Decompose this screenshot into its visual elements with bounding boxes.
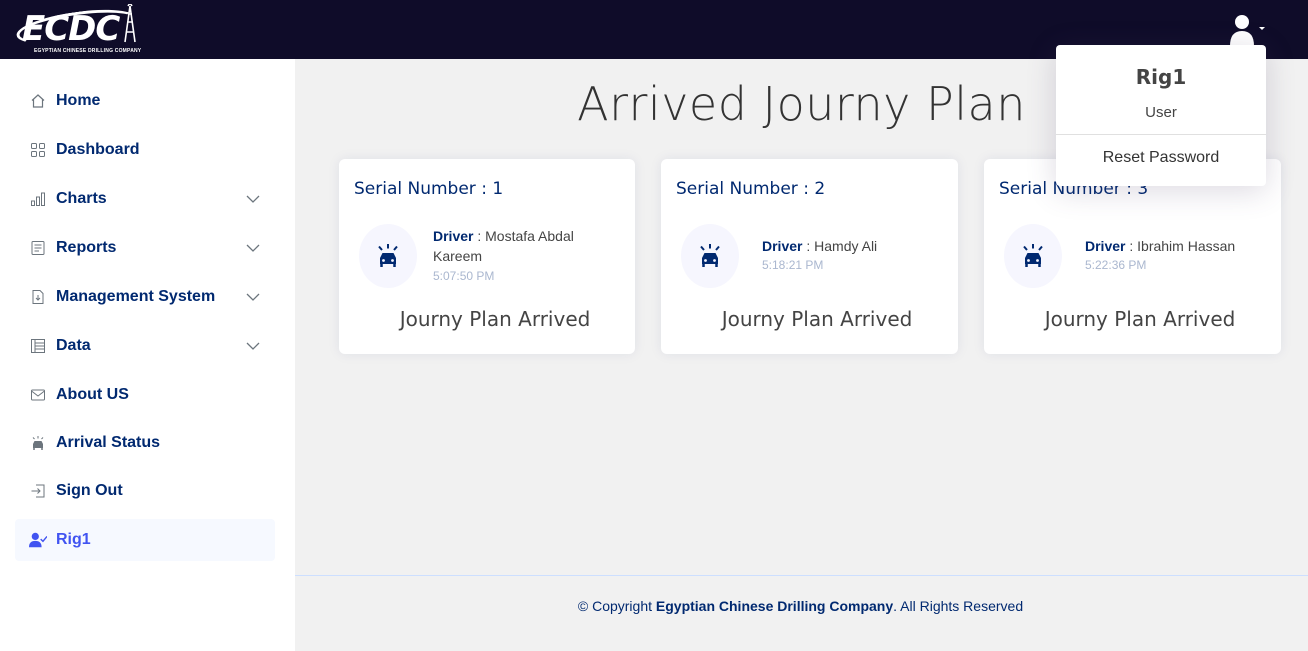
- car-alarm-icon: [681, 224, 739, 288]
- sidebar-item-label: Dashboard: [56, 141, 140, 158]
- profile-menu-button[interactable]: [1228, 12, 1270, 48]
- sidebar-item-reports[interactable]: Reports: [15, 227, 275, 269]
- house-icon: [29, 92, 47, 110]
- footer-company: Egyptian Chinese Drilling Company: [655, 598, 894, 614]
- table-icon: [29, 337, 47, 355]
- person-icon: [1230, 15, 1265, 46]
- journey-card: Serial Number : 1 Driver : Mostafa Abdal…: [339, 159, 635, 354]
- chevron-down-icon: [245, 191, 261, 207]
- sidebar-item-management-system[interactable]: Management System: [15, 276, 275, 318]
- logo-subtitle: EGYPTIAN CHINESE DRILLING COMPANY: [34, 48, 142, 54]
- reset-password-link[interactable]: Reset Password: [1056, 149, 1266, 167]
- chevron-down-icon: [245, 289, 261, 305]
- sidebar-item-rig1[interactable]: Rig1: [15, 519, 275, 561]
- file-arrow-icon: [29, 288, 47, 306]
- card-driver: Driver : Mostafa Abdal Kareem: [433, 228, 574, 264]
- card-serial: Serial Number : 1: [354, 179, 504, 199]
- sidebar: Home Dashboard Charts Reports Management…: [0, 59, 295, 651]
- card-time: 5:22:36 PM: [1085, 258, 1147, 272]
- card-driver: Driver : Hamdy Ali: [762, 238, 878, 254]
- chevron-down-icon: [245, 240, 261, 256]
- sidebar-item-label: Sign Out: [56, 482, 123, 499]
- car-alarm-icon: [359, 224, 417, 288]
- driver-name: Hamdy Ali: [814, 238, 878, 254]
- footer-copyright: © Copyright Egyptian Chinese Drilling Co…: [295, 598, 1306, 614]
- envelope-icon: [29, 386, 47, 404]
- card-status: Journy Plan Arrived: [721, 307, 913, 331]
- driver-key: Driver: [433, 228, 474, 244]
- profile-dropdown: Rig1 User Reset Password: [1056, 45, 1266, 186]
- journey-card: Serial Number : 3 Driver : Ibrahim Hassa…: [984, 159, 1281, 354]
- sign-out-icon: [29, 482, 47, 500]
- sidebar-item-dashboard[interactable]: Dashboard: [15, 129, 275, 171]
- sidebar-item-arrival-status[interactable]: Arrival Status: [15, 422, 275, 464]
- grid-icon: [29, 141, 47, 159]
- profile-name: Rig1: [1135, 65, 1187, 89]
- footer-prefix: © Copyright: [577, 598, 656, 614]
- sidebar-item-label: Home: [56, 92, 101, 109]
- car-alarm-icon: [1004, 224, 1062, 288]
- journey-card: Serial Number : 2 Driver : Hamdy Ali 5:1…: [661, 159, 958, 354]
- footer-suffix: . All Rights Reserved: [893, 598, 1024, 614]
- profile-role: User: [1145, 104, 1177, 121]
- report-icon: [29, 239, 47, 257]
- card-status: Journy Plan Arrived: [1044, 307, 1236, 331]
- sidebar-item-charts[interactable]: Charts: [15, 178, 275, 220]
- sidebar-item-label: Reports: [56, 239, 117, 256]
- sidebar-item-about-us[interactable]: About US: [15, 374, 275, 416]
- card-status: Journy Plan Arrived: [399, 307, 591, 331]
- sidebar-item-label: Charts: [56, 190, 107, 207]
- sidebar-item-sign-out[interactable]: Sign Out: [15, 470, 275, 512]
- footer-divider: [295, 575, 1308, 576]
- card-driver: Driver : Ibrahim Hassan: [1085, 238, 1236, 254]
- bar-chart-icon: [29, 190, 47, 208]
- card-time: 5:07:50 PM: [433, 269, 495, 283]
- dropdown-divider: [1056, 134, 1266, 135]
- sidebar-item-label: About US: [56, 386, 129, 403]
- oil-rig-icon: [122, 3, 138, 49]
- sidebar-item-data[interactable]: Data: [15, 325, 275, 367]
- person-check-icon: [29, 531, 47, 549]
- sidebar-item-label: Rig1: [56, 531, 91, 548]
- sidebar-item-label: Management System: [56, 288, 216, 305]
- sidebar-item-label: Data: [56, 337, 91, 354]
- card-time: 5:18:21 PM: [762, 258, 824, 272]
- driver-name: Ibrahim Hassan: [1137, 238, 1236, 254]
- chevron-down-icon: [245, 338, 261, 354]
- car-alarm-icon: [29, 434, 47, 452]
- logo-text: ECDC: [22, 9, 120, 49]
- ecdc-logo[interactable]: ECDC EGYPTIAN CHINESE DRILLING COMPANY: [14, 3, 142, 56]
- driver-key: Driver: [1085, 238, 1126, 254]
- card-serial: Serial Number : 2: [676, 179, 826, 199]
- sidebar-item-label: Arrival Status: [56, 434, 161, 451]
- driver-key: Driver: [762, 238, 803, 254]
- sidebar-item-home[interactable]: Home: [15, 80, 275, 122]
